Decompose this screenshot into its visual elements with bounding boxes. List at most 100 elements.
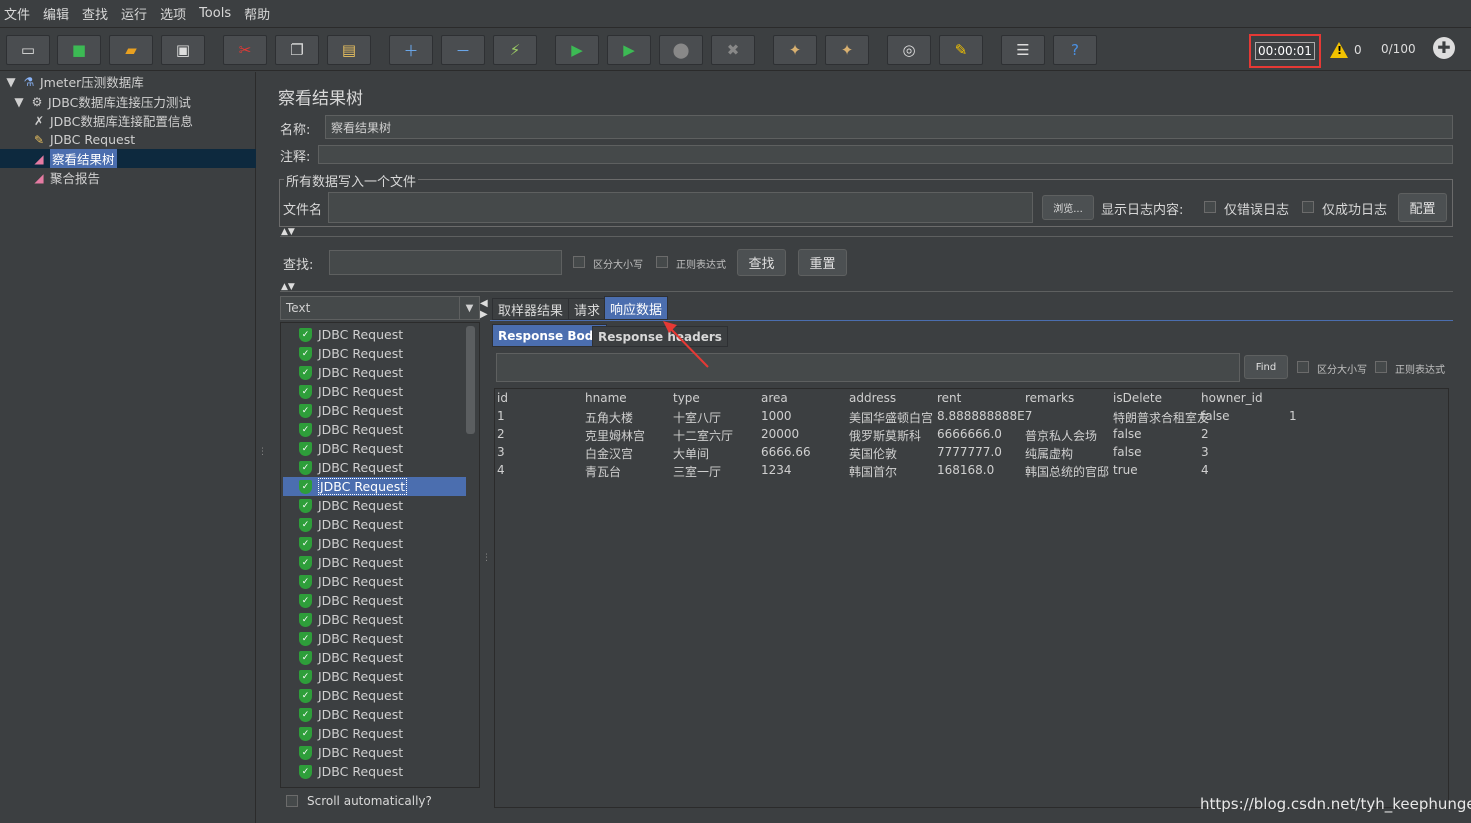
table-cell: 3 (1201, 445, 1209, 459)
collapse-icon[interactable]: － (441, 35, 485, 65)
splitter-handle[interactable]: ⋮ (482, 553, 491, 563)
find-regex-checkbox[interactable] (1375, 361, 1387, 373)
menu-edit[interactable]: 编辑 (43, 4, 69, 23)
menu-file[interactable]: 文件 (4, 4, 30, 23)
success-shield-icon: ✓ (299, 764, 312, 779)
result-item[interactable]: ✓ JDBC Request (299, 610, 403, 629)
result-item-label: JDBC Request (318, 441, 404, 456)
menu-options[interactable]: 选项 (160, 4, 186, 23)
result-item[interactable]: ✓ JDBC Request (299, 667, 403, 686)
toggle-icon[interactable]: ⚡ (493, 35, 537, 65)
result-item[interactable]: ✓ JDBC Request (299, 515, 403, 534)
scroll-auto-checkbox[interactable] (286, 795, 298, 807)
comment-field[interactable] (318, 145, 1453, 164)
cut-icon[interactable]: ✂ (223, 35, 267, 65)
case-sensitive-checkbox[interactable] (573, 256, 585, 268)
table-cell: 2 (497, 427, 505, 441)
find-case-checkbox[interactable] (1297, 361, 1309, 373)
result-item[interactable]: ✓ JDBC Request (299, 572, 403, 591)
result-item[interactable]: ✓ JDBC Request (299, 534, 403, 553)
tree-thread-group[interactable]: ▼ ⚙ JDBC数据库连接压力测试 (12, 92, 191, 111)
tab-sampler-result[interactable]: 取样器结果 (492, 298, 570, 320)
new-icon[interactable]: ▭ (6, 35, 50, 65)
menu-search[interactable]: 查找 (82, 4, 108, 23)
result-item[interactable]: ✓ JDBC Request (299, 553, 403, 572)
menu-run[interactable]: 运行 (121, 4, 147, 23)
result-item-label: JDBC Request (318, 650, 404, 665)
toolbar: ▭ ■ ▰ ▣ ✂ ❐ ▤ ＋ － ⚡ ▶ ▶ ⬤ ✖ ✦ ✦ ◎ ✎ ☰ ? … (0, 29, 1471, 71)
clear-all-icon[interactable]: ✦ (825, 35, 869, 65)
result-item[interactable]: ✓ JDBC Request (299, 629, 403, 648)
results-scrollbar[interactable] (466, 326, 475, 434)
renderer-value: Text (286, 301, 311, 315)
renderer-select[interactable]: Text ▼ (280, 296, 480, 320)
shutdown-icon[interactable]: ✖ (711, 35, 755, 65)
filename-input[interactable] (328, 192, 1033, 223)
result-item[interactable]: ✓ JDBC Request (299, 591, 403, 610)
copy-icon[interactable]: ❐ (275, 35, 319, 65)
search-button[interactable]: 查找 (737, 249, 786, 276)
tab-request[interactable]: 请求 (568, 298, 607, 320)
result-item[interactable]: ✓ JDBC Request (299, 344, 403, 363)
result-item[interactable]: ✓ JDBC Request (299, 363, 403, 382)
configure-button[interactable]: 配置 (1398, 193, 1447, 222)
templates-icon[interactable]: ■ (57, 35, 101, 65)
result-item[interactable]: ✓ JDBC Request (299, 458, 403, 477)
collapse-arrows-icon[interactable]: ◀ ▶ (480, 298, 488, 320)
tree-root[interactable]: ▼ ⚗ Jmeter压测数据库 (4, 72, 143, 91)
stop-icon[interactable]: ⬤ (659, 35, 703, 65)
success-only-checkbox[interactable] (1302, 201, 1314, 213)
expand-icon[interactable]: ＋ (389, 35, 433, 65)
success-shield-icon: ✓ (299, 707, 312, 722)
result-item[interactable]: ✓ JDBC Request (299, 648, 403, 667)
result-item[interactable]: ✓ JDBC Request (299, 743, 403, 762)
result-item[interactable]: ✓ JDBC Request (299, 496, 403, 515)
result-item[interactable]: ✓ JDBC Request (299, 439, 403, 458)
success-shield-icon: ✓ (299, 745, 312, 760)
tree-group-label: JDBC数据库连接压力测试 (48, 95, 191, 110)
expand-arrow-icon: ▼ (6, 74, 16, 89)
help-icon[interactable]: ? (1053, 35, 1097, 65)
result-item[interactable]: ✓ JDBC Request (299, 686, 403, 705)
find-input[interactable] (496, 353, 1240, 382)
subtab-response-body[interactable]: Response Body (492, 324, 608, 347)
name-label: 名称: (280, 123, 311, 138)
table-header: howner_id (1201, 391, 1263, 405)
errors-only-label: 仅错误日志 (1224, 203, 1290, 218)
result-item[interactable]: ✓ JDBC Request (283, 477, 466, 496)
tree-item-jdbc-request[interactable]: ✎ JDBC Request (32, 130, 135, 149)
reset-button[interactable]: 重置 (798, 249, 847, 276)
reset-search-icon[interactable]: ✎ (939, 35, 983, 65)
start-no-pause-icon[interactable]: ▶ (607, 35, 651, 65)
search-icon[interactable]: ◎ (887, 35, 931, 65)
name-field[interactable]: 察看结果树 (325, 115, 1453, 139)
start-icon[interactable]: ▶ (555, 35, 599, 65)
clear-icon[interactable]: ✦ (773, 35, 817, 65)
main-splitter[interactable]: ⋮ (256, 72, 267, 823)
open-icon[interactable]: ▰ (109, 35, 153, 65)
remote-icon[interactable]: ✚ (1433, 37, 1455, 59)
search-input[interactable] (329, 250, 562, 275)
warning-indicator[interactable]: 0 (1330, 42, 1362, 58)
menu-help[interactable]: 帮助 (244, 4, 270, 23)
result-item[interactable]: ✓ JDBC Request (299, 724, 403, 743)
find-button[interactable]: Find (1244, 355, 1288, 379)
result-item[interactable]: ✓ JDBC Request (299, 325, 403, 344)
result-item[interactable]: ✓ JDBC Request (299, 762, 403, 781)
result-item[interactable]: ✓ JDBC Request (299, 420, 403, 439)
save-icon[interactable]: ▣ (161, 35, 205, 65)
filename-label: 文件名 (283, 203, 323, 218)
result-item[interactable]: ✓ JDBC Request (299, 382, 403, 401)
menu-tools[interactable]: Tools (199, 6, 231, 21)
browse-button[interactable]: 浏览... (1042, 195, 1094, 220)
test-plan-tree: ▼ ⚗ Jmeter压测数据库 ▼ ⚙ JDBC数据库连接压力测试 ✗ JDBC数据库连接… (0, 72, 256, 823)
errors-only-checkbox[interactable] (1204, 201, 1216, 213)
result-item[interactable]: ✓ JDBC Request (299, 705, 403, 724)
tree-item-view-results-tree[interactable]: ◢ 察看结果树 (0, 149, 256, 168)
tree-item-jdbc-config[interactable]: ✗ JDBC数据库连接配置信息 (32, 111, 193, 130)
result-item[interactable]: ✓ JDBC Request (299, 401, 403, 420)
tree-item-aggregate-report[interactable]: ◢ 聚合报告 (32, 168, 100, 187)
function-helper-icon[interactable]: ☰ (1001, 35, 1045, 65)
regex-checkbox[interactable] (656, 256, 668, 268)
paste-icon[interactable]: ▤ (327, 35, 371, 65)
